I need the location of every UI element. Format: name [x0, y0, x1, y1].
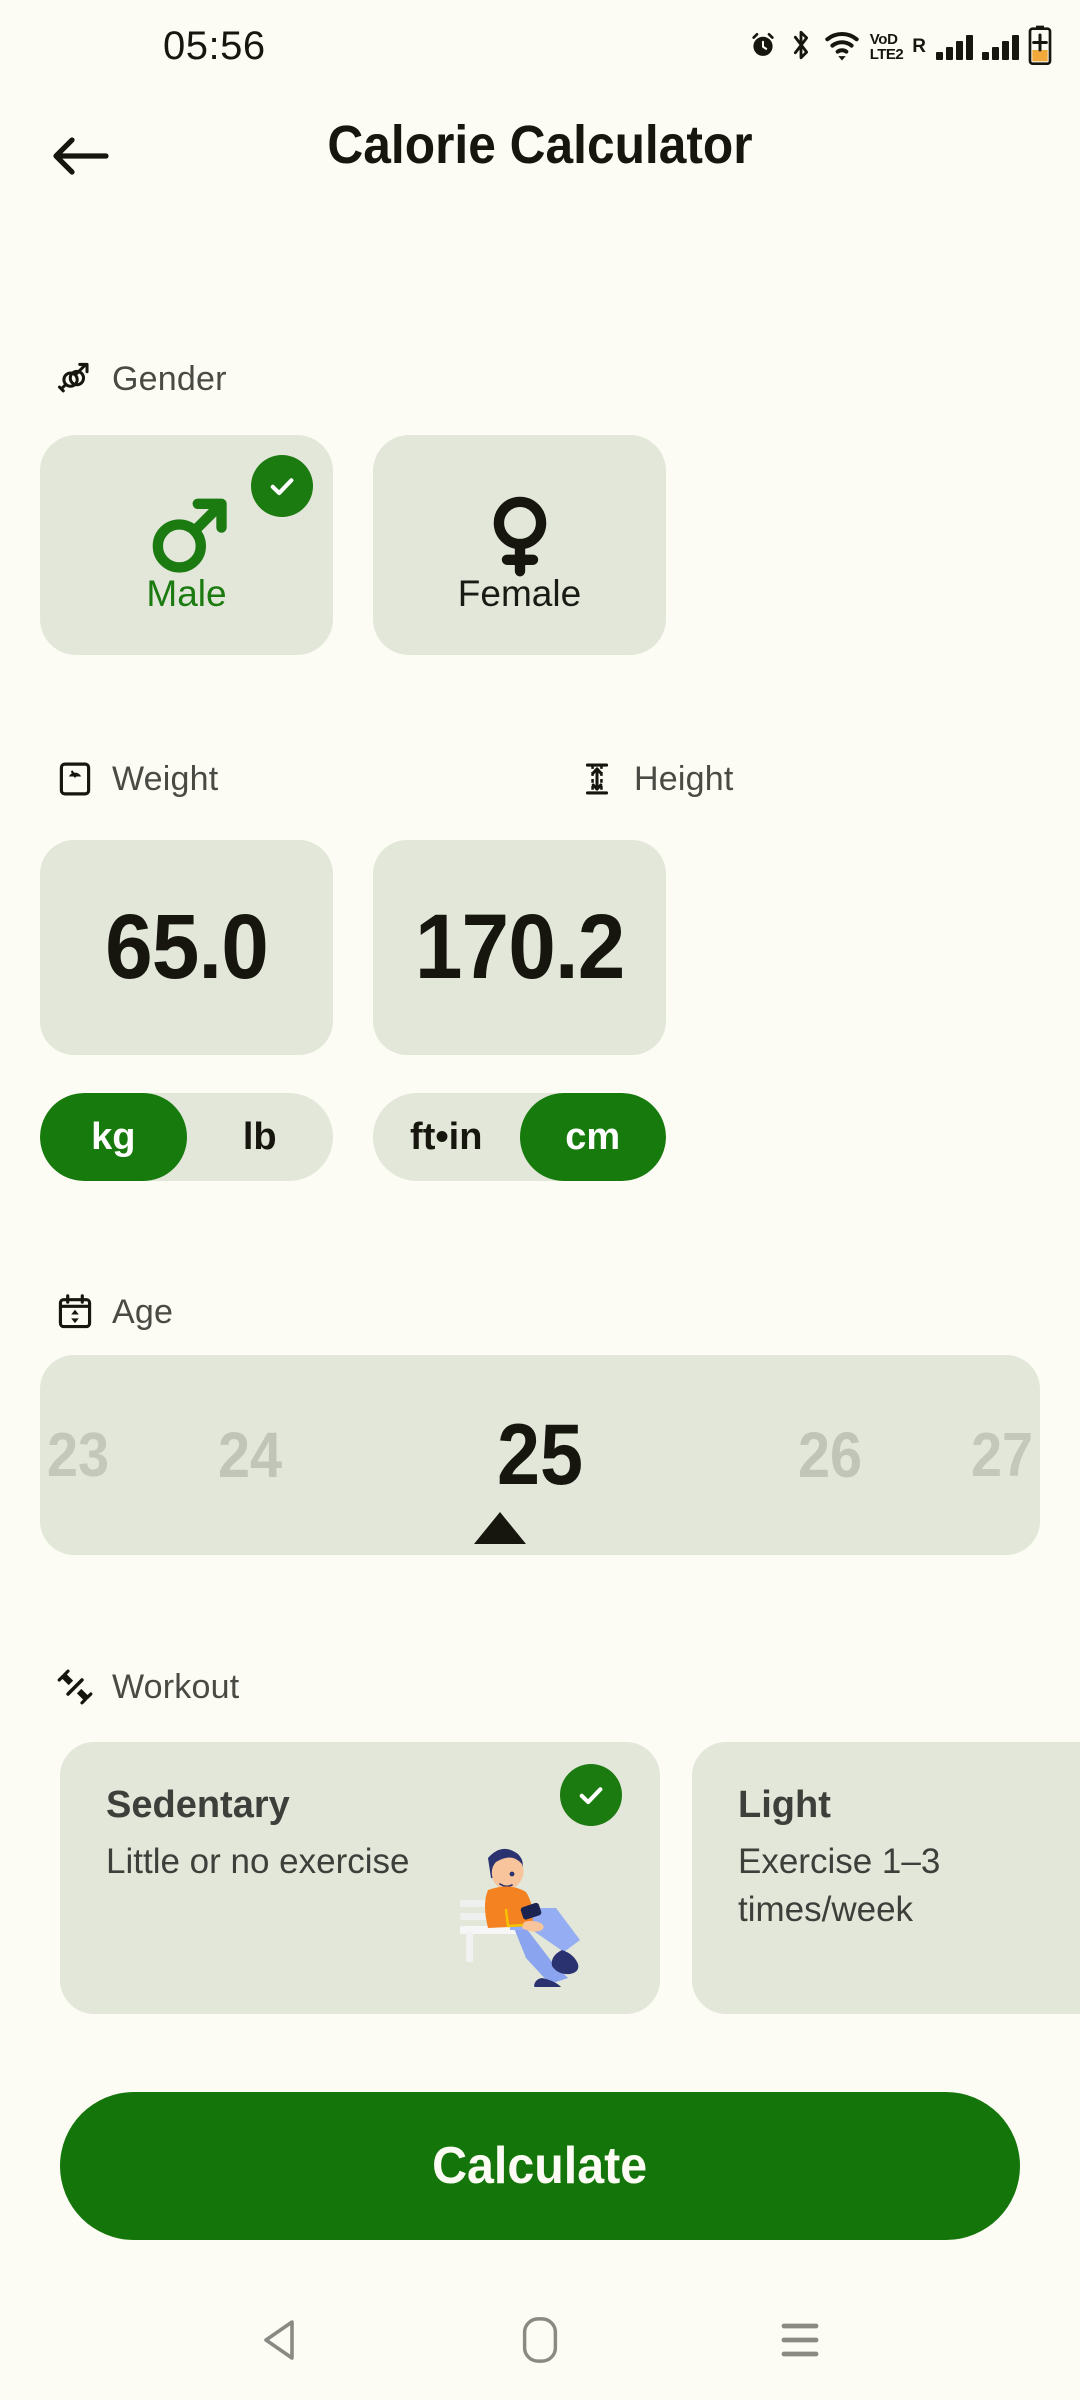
height-value: 170.2	[414, 896, 625, 998]
status-bar-clock: 05:56	[163, 24, 266, 68]
venus-icon	[373, 490, 666, 582]
weight-unit-lb[interactable]: lb	[187, 1093, 334, 1181]
workout-option-desc: Little or no exercise	[106, 1842, 410, 1881]
weight-unit-toggle[interactable]: kg lb	[40, 1093, 333, 1181]
age-option[interactable]: 27	[912, 1355, 1040, 1555]
battery-charging-icon	[1028, 25, 1052, 70]
gender-option-female[interactable]: Female	[373, 435, 666, 655]
gender-option-male[interactable]: Male	[40, 435, 333, 655]
age-option[interactable]: 24	[160, 1355, 340, 1555]
roaming-indicator: R	[912, 36, 926, 57]
status-bar: 05:56 VoD LTE2 R	[0, 0, 1080, 92]
age-option[interactable]: 23	[40, 1355, 168, 1555]
signal-icon	[982, 34, 1019, 60]
gender-option-male-label: Male	[146, 573, 227, 614]
nav-home-icon	[522, 2317, 558, 2363]
scale-icon	[59, 762, 91, 796]
height-unit-cm[interactable]: cm	[519, 1093, 666, 1181]
system-navigation-bar	[0, 2280, 1080, 2400]
volte-icon: VoD LTE2	[869, 31, 904, 63]
workout-section-label: Workout	[56, 1665, 239, 1709]
age-selection-pointer	[474, 1512, 526, 1544]
nav-home-button[interactable]	[450, 2280, 630, 2400]
app-bar: Calorie Calculator	[0, 92, 1080, 217]
nav-recents-button[interactable]	[710, 2280, 890, 2400]
workout-option-sedentary[interactable]: Sedentary Little or no exercise	[60, 1742, 660, 2014]
workout-option-desc: Exercise 1–3 times/week	[738, 1842, 941, 1929]
nav-recents-icon	[781, 2323, 819, 2357]
age-label: Age	[112, 1292, 174, 1331]
calendar-stepper-icon	[58, 1294, 92, 1329]
wifi-icon	[823, 28, 861, 67]
weight-value: 65.0	[105, 896, 269, 998]
height-unit-ftin[interactable]: ft•in	[373, 1093, 520, 1181]
status-bar-icons: VoD LTE2 R	[747, 25, 1052, 70]
height-unit-toggle[interactable]: ft•in cm	[373, 1093, 666, 1181]
workout-label: Workout	[112, 1667, 240, 1706]
age-section-label: Age	[56, 1290, 173, 1334]
gender-section-label: Gender	[56, 357, 227, 401]
age-option[interactable]: 26	[740, 1355, 920, 1555]
weight-label: Weight	[112, 759, 219, 798]
dumbbell-icon	[57, 1669, 93, 1705]
height-label: Height	[634, 759, 734, 798]
gender-icon	[57, 362, 89, 393]
weight-section-label: Weight	[56, 757, 218, 801]
weight-unit-kg[interactable]: kg	[40, 1093, 187, 1181]
signal-icon	[936, 34, 973, 60]
height-value-card[interactable]: 170.2	[373, 840, 666, 1055]
nav-back-icon	[264, 2320, 294, 2360]
height-section-label: Height	[578, 757, 733, 801]
page-title: Calorie Calculator	[327, 115, 753, 175]
age-picker-wheel[interactable]: 23 24 25 26 27	[40, 1355, 1040, 1555]
height-icon	[585, 763, 609, 795]
nav-back-button[interactable]	[190, 2280, 370, 2400]
workout-option-light[interactable]: Light Exercise 1–3 times/week	[692, 1742, 1080, 2014]
weight-value-card[interactable]: 65.0	[40, 840, 333, 1055]
check-icon	[579, 1787, 603, 1805]
calculate-button[interactable]: Calculate	[60, 2092, 1020, 2240]
gender-label: Gender	[112, 359, 227, 398]
check-icon	[270, 478, 294, 496]
selected-check-badge	[560, 1764, 622, 1826]
selected-check-badge	[251, 455, 313, 517]
alarm-icon	[747, 29, 779, 66]
workout-option-title: Light	[738, 1784, 831, 1826]
workout-option-title: Sedentary	[106, 1784, 290, 1826]
person-sitting-with-phone-illustration	[460, 1848, 580, 1987]
calculate-button-label: Calculate	[432, 2137, 648, 2195]
gender-option-female-label: Female	[457, 573, 582, 614]
bluetooth-icon	[788, 28, 814, 67]
